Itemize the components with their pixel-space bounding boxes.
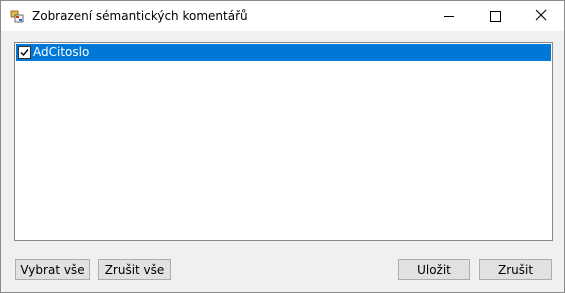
window-title: Zobrazení sémantických komentářů: [32, 9, 248, 23]
maximize-icon: [489, 10, 501, 22]
list-item-label: AdCitoslo: [33, 45, 90, 59]
title-bar[interactable]: Zobrazení sémantických komentářů: [1, 1, 564, 31]
clear-all-button[interactable]: Zrušit vše: [98, 259, 171, 280]
maximize-button[interactable]: [472, 1, 518, 31]
comment-checklist[interactable]: AdCitoslo: [14, 42, 553, 241]
minimize-icon: [444, 15, 454, 17]
close-icon: [535, 9, 547, 24]
checkmark-icon: [20, 49, 29, 57]
dialog-app-icon: [10, 9, 26, 25]
list-item[interactable]: AdCitoslo: [16, 44, 551, 61]
cancel-button[interactable]: Zrušit: [479, 259, 552, 280]
dialog-window: Zobrazení sémantických komentářů AdCitos: [0, 0, 565, 293]
select-all-button[interactable]: Vybrat vše: [15, 259, 90, 280]
close-button[interactable]: [518, 1, 564, 31]
save-button[interactable]: Uložit: [398, 259, 470, 280]
minimize-button[interactable]: [426, 1, 472, 31]
item-checkbox[interactable]: [18, 46, 31, 59]
